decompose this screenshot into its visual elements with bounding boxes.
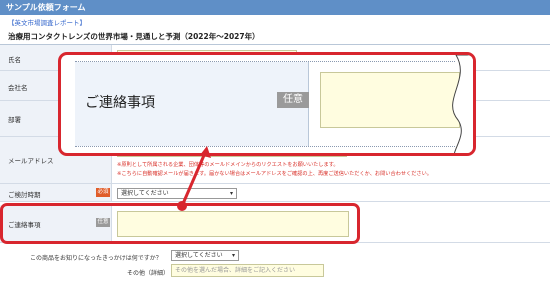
zoom-optional-badge: 任意 <box>277 92 309 108</box>
zoom-callout: ご連絡事項 任意 <box>58 52 476 156</box>
email-label: メールアドレス <box>8 157 54 165</box>
chevron-down-icon: ▾ <box>229 190 233 197</box>
product-title: 治療用コンタクトレンズの世界市場・見通しと予測（2022年～2027年） <box>8 32 260 41</box>
timing-select-value: 選択してください <box>121 190 169 197</box>
other-input[interactable]: その他を選んだ場合、詳細をご記入ください <box>171 264 324 277</box>
form-title-bar: サンプル依頼フォーム <box>0 0 550 15</box>
required-badge: 必須 <box>96 188 110 197</box>
zoom-contact-label: ご連絡事項 <box>85 95 155 111</box>
source-label: この商品をお知りになったきっかけは何ですか？ <box>30 255 162 262</box>
zoom-label-cell: ご連絡事項 任意 <box>75 62 309 146</box>
name-label: 氏名 <box>8 56 21 64</box>
source-select-value: 選択してください <box>175 252 223 259</box>
label-cell: ご検討時期 必須 <box>0 184 112 201</box>
report-tag-link[interactable]: 【英文市場調査レポート】 <box>8 17 86 27</box>
other-label: その他（詳細） <box>127 270 170 277</box>
form-title: サンプル依頼フォーム <box>6 3 86 12</box>
company-label: 会社名 <box>8 84 28 92</box>
email-note-1: ※原則として所属される企業、団体等のメールドメインからのリクエストをお願いいたし… <box>117 162 339 168</box>
timing-select[interactable]: 選択してください ▾ <box>117 188 237 199</box>
row-timing: ご検討時期 必須 選択してください ▾ <box>0 184 550 202</box>
torn-edge-graphic <box>452 55 473 153</box>
source-select[interactable]: 選択してください ▾ <box>171 250 239 261</box>
email-note-2: ※こちらに自動確認メールが届きます。届かない場合はメールアドレスをご確認の上、再… <box>117 171 432 177</box>
chevron-down-icon: ▾ <box>231 252 235 259</box>
other-placeholder: その他を選んだ場合、詳細をご記入ください <box>175 267 296 274</box>
department-label: 部署 <box>8 116 21 124</box>
contact-row-highlight <box>0 203 360 244</box>
zoom-callout-row: ご連絡事項 任意 <box>75 61 460 147</box>
timing-label: ご検討時期 <box>8 191 41 199</box>
